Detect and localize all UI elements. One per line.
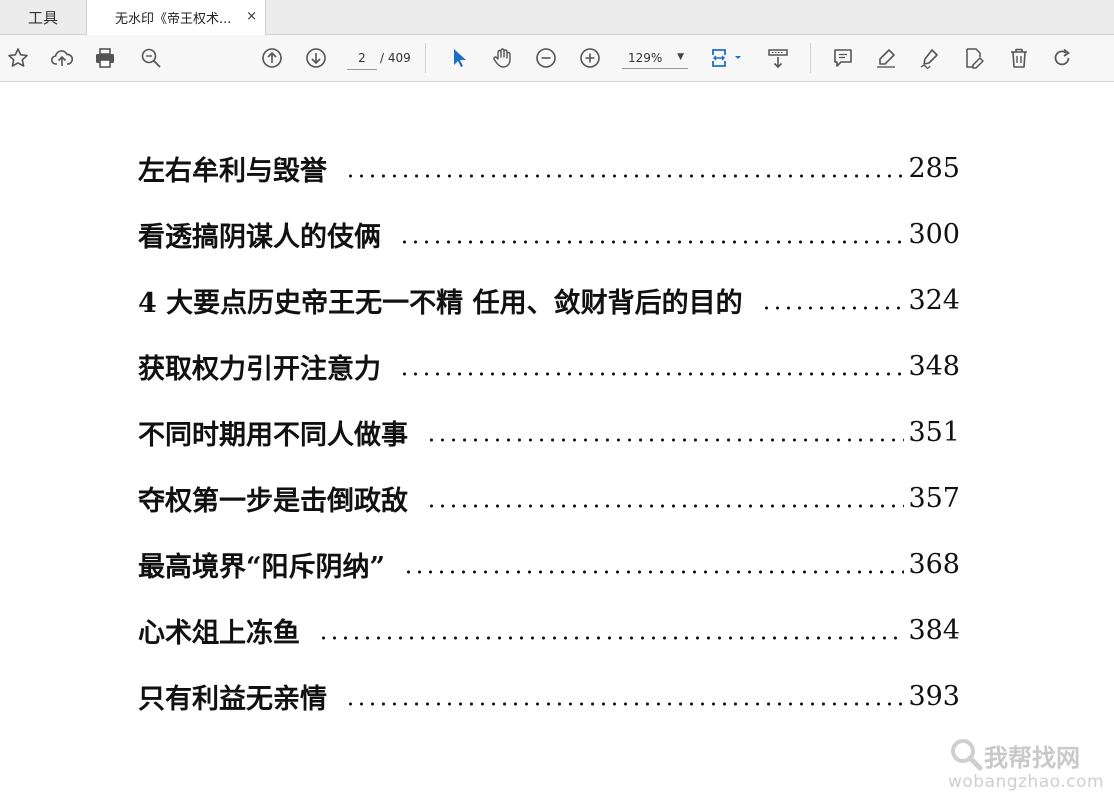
watermark-text-cn: 我帮找网	[984, 744, 1080, 772]
hand-icon[interactable]	[488, 44, 516, 72]
toc-page-number: 348	[908, 350, 960, 382]
watermark-text-en: wobangzhao.com	[948, 772, 1105, 792]
page-total: / 409	[380, 51, 411, 65]
toc-leader	[318, 610, 905, 650]
rotate-icon[interactable]	[1048, 44, 1076, 72]
toc-title: 获取权力引开注意力	[138, 353, 381, 385]
toc-leader	[345, 676, 905, 716]
toc-page-number: 351	[908, 416, 960, 448]
toc-title: 夺权第一步是击倒政敌	[138, 485, 408, 517]
toc-entry[interactable]: 夺权第一步是击倒政敌 357	[138, 478, 960, 518]
toc-page-number: 357	[908, 482, 960, 514]
toc-leader	[426, 412, 905, 452]
toc-entry[interactable]: 只有利益无亲情 393	[138, 676, 960, 716]
scroll-mode-icon[interactable]	[764, 44, 792, 72]
toc-title: 看透搞阴谋人的伎俩	[138, 221, 381, 253]
toolbar: 2 / 409 129% ▼	[0, 35, 1114, 82]
toc-title: 只有利益无亲情	[138, 683, 327, 715]
zoom-out-icon[interactable]	[532, 44, 560, 72]
toc-page-number: 368	[908, 548, 960, 580]
tab-document-label: 无水印《帝王权术...	[115, 12, 232, 27]
toc-leader	[399, 214, 905, 254]
print-icon[interactable]	[91, 44, 119, 72]
toolbar-separator	[425, 43, 426, 73]
toc-entry[interactable]: 不同时期用不同人做事 351	[138, 412, 960, 452]
zoom-in-icon[interactable]	[576, 44, 604, 72]
toc-entry[interactable]: 最高境界“阳斥阴纳” 368	[138, 544, 960, 584]
page-up-icon[interactable]	[258, 44, 286, 72]
zoom-select[interactable]: 129% ▼	[622, 47, 688, 69]
toc-leader	[426, 478, 905, 518]
toc-title: 不同时期用不同人做事	[138, 419, 408, 451]
delete-icon[interactable]	[1005, 44, 1033, 72]
star-icon[interactable]	[4, 44, 32, 72]
toc-entry[interactable]: 看透搞阴谋人的伎俩 300	[138, 214, 960, 254]
toc-title: 最高境界“阳斥阴纳”	[138, 551, 386, 583]
toc-page-number: 285	[908, 152, 960, 184]
toolbar-separator	[810, 43, 811, 73]
toc-title: 4 大要点历史帝王无一不精 任用、敛财背后的目的	[138, 287, 743, 319]
toc-entry[interactable]: 4 大要点历史帝王无一不精 任用、敛财背后的目的 324	[138, 280, 960, 320]
toc-entry[interactable]: 左右牟利与毁誉 285	[138, 148, 960, 188]
chevron-down-icon: ▼	[677, 52, 684, 62]
toc-page-number: 393	[908, 680, 960, 712]
toc-entry[interactable]: 心术俎上冻鱼 384	[138, 610, 960, 650]
cloud-upload-icon[interactable]	[48, 44, 76, 72]
page-down-icon[interactable]	[302, 44, 330, 72]
select-cursor-icon[interactable]	[445, 44, 473, 72]
zoom-value: 129%	[628, 50, 663, 65]
magnifier-logo-icon	[951, 739, 983, 771]
toc-leader	[760, 280, 905, 320]
zoom-search-icon[interactable]	[137, 44, 165, 72]
toc-page-number: 384	[908, 614, 960, 646]
close-icon[interactable]: ×	[246, 9, 257, 24]
tab-tools[interactable]: 工具	[0, 0, 86, 34]
highlight-icon[interactable]	[872, 44, 900, 72]
toc-title: 左右牟利与毁誉	[138, 155, 327, 187]
toc-title: 心术俎上冻鱼	[138, 617, 300, 649]
document-page: 左右牟利与毁誉 285 看透搞阴谋人的伎俩 300 4 大要点历史帝王无一不精 …	[0, 82, 1114, 802]
tab-document[interactable]: 无水印《帝王权术... ×	[86, 0, 266, 35]
toc-leader	[399, 346, 905, 386]
toc-page-number: 324	[908, 284, 960, 316]
sign-icon[interactable]	[916, 44, 944, 72]
toc-leader	[345, 148, 905, 188]
edit-icon[interactable]	[960, 44, 988, 72]
comment-icon[interactable]	[829, 44, 857, 72]
page-number-input[interactable]: 2	[347, 47, 377, 70]
toc-leader	[403, 544, 905, 584]
toc-page-number: 300	[908, 218, 960, 250]
watermark: 我帮找网 wobangzhao.com	[948, 736, 1108, 796]
fit-page-icon[interactable]	[706, 44, 746, 72]
toc-entry[interactable]: 获取权力引开注意力 348	[138, 346, 960, 386]
tab-bar: 工具 无水印《帝王权术... ×	[0, 0, 1114, 35]
